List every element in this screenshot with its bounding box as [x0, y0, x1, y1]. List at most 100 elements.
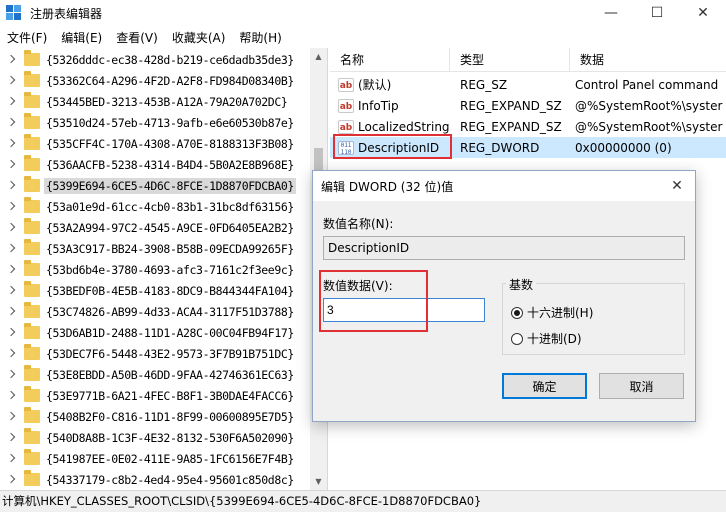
tree-item-label: {5408B2F0-C816-11D1-8F99-00600895E7D5} [46, 409, 294, 424]
tree-item[interactable]: {54337179-c8b2-4ed4-95e4-95601c850d8c} [0, 469, 310, 490]
radio-checked-icon[interactable] [511, 306, 523, 319]
chevron-right-icon[interactable] [6, 412, 16, 422]
menu-favorites[interactable]: 收藏夹(A) [165, 29, 233, 46]
menu-edit[interactable]: 编辑(E) [54, 29, 109, 46]
scroll-up-icon[interactable]: ▲ [310, 48, 327, 65]
tree-item[interactable]: {53510d24-57eb-4713-9afb-e6e60530b87e} [0, 112, 310, 133]
minimize-button[interactable]: — [588, 0, 634, 26]
chevron-right-icon[interactable] [6, 370, 16, 380]
key-tree[interactable]: {5326dddc-ec38-428d-b219-ce6dadb35de3} {5… [0, 48, 328, 490]
chevron-right-icon[interactable] [6, 118, 16, 128]
chevron-right-icon[interactable] [6, 244, 16, 254]
ok-button[interactable]: 确定 [502, 373, 587, 399]
tree-item-label: {5399E694-6CE5-4D6C-8FCE-1D8870FDCBA0} [44, 177, 296, 194]
chevron-right-icon[interactable] [6, 181, 16, 191]
column-header-type[interactable]: 类型 [450, 48, 570, 71]
chevron-right-icon[interactable] [6, 160, 16, 170]
chevron-right-icon[interactable] [6, 349, 16, 359]
tree-item[interactable]: {540D8A8B-1C3F-4E32-8132-530F6A502090} [0, 427, 310, 448]
chevron-right-icon[interactable] [6, 139, 16, 149]
value-type: REG_EXPAND_SZ [460, 119, 562, 134]
value-data: @%SystemRoot%\syster [575, 98, 723, 113]
chevron-right-icon[interactable] [6, 454, 16, 464]
tree-item[interactable]: {53A3C917-BB24-3908-B58B-09ECDA99265F} [0, 238, 310, 259]
chevron-right-icon[interactable] [6, 286, 16, 296]
maximize-button[interactable]: ☐ [634, 0, 680, 26]
folder-icon [24, 470, 40, 486]
tree-item-label: {535CFF4C-170A-4308-A70E-8188313F3B08} [46, 136, 294, 151]
tree-item-label: {53E9771B-6A21-4FEC-B8F1-3B0DAE4FACC6} [46, 388, 294, 403]
dialog-close-button[interactable]: ✕ [665, 175, 689, 197]
tree-item-label: {53a01e9d-61cc-4cb0-83b1-31bc8df63156} [46, 199, 294, 214]
tree-item[interactable]: {5399E694-6CE5-4D6C-8FCE-1D8870FDCBA0} [0, 175, 310, 196]
chevron-right-icon[interactable] [6, 97, 16, 107]
folder-icon [24, 239, 40, 255]
column-header-name[interactable]: 名称 [330, 48, 450, 71]
folder-icon [24, 302, 40, 318]
tree-item[interactable]: {53445BED-3213-453B-A12A-79A20A702DC} [0, 91, 310, 112]
chevron-right-icon[interactable] [6, 475, 16, 485]
highlight-box-value-data [319, 270, 428, 332]
tree-item-label: {53E8EBDD-A50B-46DD-9FAA-42746361EC63} [46, 367, 294, 382]
menu-view[interactable]: 查看(V) [109, 29, 165, 46]
status-bar-path: 计算机\HKEY_CLASSES_ROOT\CLSID\{5399E694-6C… [0, 490, 726, 512]
close-button[interactable]: ✕ [680, 0, 726, 26]
folder-icon [24, 113, 40, 129]
radio-hex-label: 十六进制(H) [527, 306, 594, 320]
tree-item[interactable]: {5326dddc-ec38-428d-b219-ce6dadb35de3} [0, 49, 310, 70]
folder-icon [24, 92, 40, 108]
folder-icon [24, 134, 40, 150]
tree-item[interactable]: {53E8EBDD-A50B-46DD-9FAA-42746361EC63} [0, 364, 310, 385]
chevron-right-icon[interactable] [6, 202, 16, 212]
folder-icon [24, 281, 40, 297]
tree-item[interactable]: {53A2A994-97C2-4545-A9CE-0FD6405EA2B2} [0, 217, 310, 238]
tree-item-label: {53DEC7F6-5448-43E2-9573-3F7B91B751DC} [46, 346, 294, 361]
value-type: REG_DWORD [460, 140, 540, 155]
value-type: REG_EXPAND_SZ [460, 98, 562, 113]
tree-item-label: {53C74826-AB99-4d33-ACA4-3117F51D3788} [46, 304, 294, 319]
tree-item[interactable]: {536AACFB-5238-4314-B4D4-5B0A2E8B968E} [0, 154, 310, 175]
column-header-data[interactable]: 数据 [570, 48, 726, 71]
tree-item[interactable]: {53bd6b4e-3780-4693-afc3-7161c2f3ee9c} [0, 259, 310, 280]
tree-item[interactable]: {53D6AB1D-2488-11D1-A28C-00C04FB94F17} [0, 322, 310, 343]
chevron-right-icon[interactable] [6, 265, 16, 275]
chevron-right-icon[interactable] [6, 76, 16, 86]
folder-icon [24, 386, 40, 402]
value-type: REG_SZ [460, 77, 508, 92]
chevron-right-icon[interactable] [6, 391, 16, 401]
chevron-right-icon[interactable] [6, 328, 16, 338]
value-name: (默认) [358, 78, 392, 92]
menu-bar: 文件(F) 编辑(E) 查看(V) 收藏夹(A) 帮助(H) [0, 26, 726, 48]
tree-item[interactable]: {53E9771B-6A21-4FEC-B8F1-3B0DAE4FACC6} [0, 385, 310, 406]
tree-item[interactable]: {53DEC7F6-5448-43E2-9573-3F7B91B751DC} [0, 343, 310, 364]
folder-icon [24, 197, 40, 213]
tree-item[interactable]: {5408B2F0-C816-11D1-8F99-00600895E7D5} [0, 406, 310, 427]
chevron-right-icon[interactable] [6, 307, 16, 317]
radio-hexadecimal[interactable]: 十六进制(H) [511, 304, 593, 321]
menu-help[interactable]: 帮助(H) [232, 29, 288, 46]
highlight-box-descriptionid [333, 134, 452, 159]
radio-decimal[interactable]: 十进制(D) [511, 330, 582, 347]
value-name-field: DescriptionID [323, 236, 685, 260]
menu-file[interactable]: 文件(F) [0, 29, 54, 46]
tree-item[interactable]: {53C74826-AB99-4d33-ACA4-3117F51D3788} [0, 301, 310, 322]
radio-unchecked-icon[interactable] [511, 332, 523, 345]
tree-item-label: {53445BED-3213-453B-A12A-79A20A702DC} [46, 94, 288, 109]
chevron-right-icon[interactable] [6, 55, 16, 65]
folder-icon [24, 344, 40, 360]
value-name-label: 数值名称(N): [323, 217, 394, 231]
folder-icon [24, 260, 40, 276]
cancel-button[interactable]: 取消 [599, 373, 684, 399]
tree-item[interactable]: {53362C64-A296-4F2D-A2F8-FD984D08340B} [0, 70, 310, 91]
chevron-right-icon[interactable] [6, 433, 16, 443]
value-row[interactable]: ab InfoTip REG_EXPAND_SZ @%SystemRoot%\syst… [330, 95, 726, 116]
tree-item[interactable]: {541987EE-0E02-411E-9A85-1FC6156E7F4B} [0, 448, 310, 469]
value-row[interactable]: ab (默认) REG_SZ Control Panel command [330, 74, 726, 95]
scroll-down-icon[interactable]: ▼ [310, 473, 327, 490]
base-label: 基数 [506, 276, 537, 293]
chevron-right-icon[interactable] [6, 223, 16, 233]
tree-item[interactable]: {53BEDF0B-4E5B-4183-8DC9-B844344FA104} [0, 280, 310, 301]
tree-item-label: {540D8A8B-1C3F-4E32-8132-530F6A502090} [46, 430, 294, 445]
tree-item[interactable]: {53a01e9d-61cc-4cb0-83b1-31bc8df63156} [0, 196, 310, 217]
tree-item[interactable]: {535CFF4C-170A-4308-A70E-8188313F3B08} [0, 133, 310, 154]
